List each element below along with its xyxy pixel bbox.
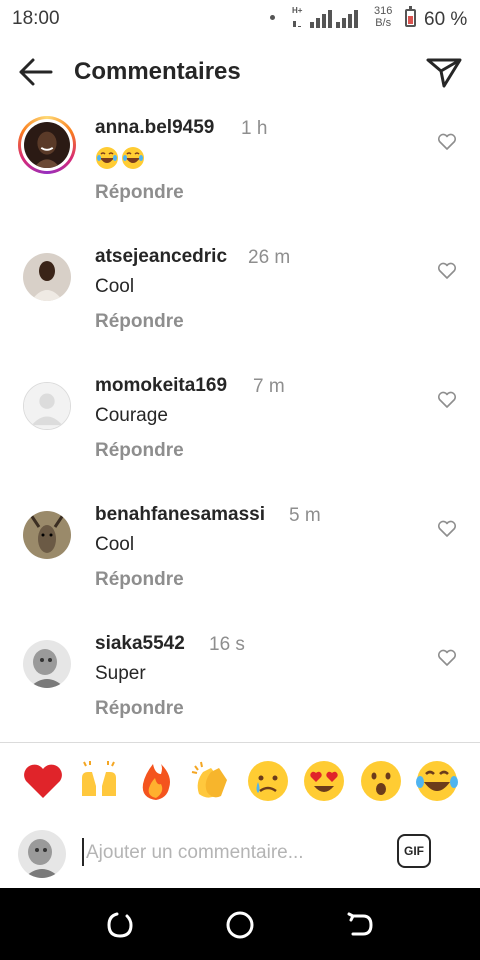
comment-text: Cool — [95, 276, 135, 297]
comment-username[interactable]: momokeita169 — [95, 375, 227, 397]
comment-item: momokeita169 7 m Courage Répondre — [0, 370, 480, 499]
emoji-quick-bar — [20, 757, 460, 805]
battery-percent: 60 % — [424, 9, 468, 30]
recent-apps-icon[interactable] — [105, 910, 135, 940]
comment-username[interactable]: benahfanesamassi — [95, 504, 265, 526]
reply-button[interactable]: Répondre — [95, 311, 184, 333]
signal-icon — [293, 10, 332, 28]
avatar[interactable] — [23, 640, 71, 688]
comment-time: 5 m — [289, 505, 321, 526]
reply-button[interactable]: Répondre — [95, 569, 184, 591]
tears-of-joy-icon — [96, 147, 118, 169]
signal-icon-2 — [336, 10, 358, 28]
heart-icon[interactable] — [437, 133, 457, 151]
heart-eyes-icon[interactable] — [301, 758, 347, 804]
speed-value: 316 — [374, 5, 393, 17]
raising-hands-icon[interactable] — [76, 758, 122, 804]
arrow-left-icon[interactable] — [16, 56, 56, 88]
heart-icon[interactable] — [437, 262, 457, 280]
tears-of-joy-icon[interactable] — [414, 758, 460, 804]
comment-composer: GIF — [0, 822, 480, 886]
comment-time: 1 h — [241, 118, 268, 139]
avatar[interactable] — [23, 511, 71, 559]
comment-emoji-text — [95, 146, 145, 170]
reply-button[interactable]: Répondre — [95, 440, 184, 462]
red-heart-icon[interactable] — [20, 758, 66, 804]
my-avatar — [18, 830, 66, 878]
reply-button[interactable]: Répondre — [95, 182, 184, 204]
heart-icon[interactable] — [437, 520, 457, 538]
gif-button[interactable]: GIF — [397, 834, 431, 868]
comment-item: benahfanesamassi 5 m Cool Répondre — [0, 499, 480, 628]
status-time: 18:00 — [12, 8, 60, 29]
comment-item: anna.bel9459 1 h Répondre — [0, 112, 480, 241]
comment-input[interactable] — [84, 834, 378, 872]
comment-time: 26 m — [248, 247, 291, 268]
header: Commentaires — [0, 48, 480, 96]
avatar-story-ring[interactable] — [18, 116, 76, 174]
comment-item: atsejeancedric 26 m Cool Répondre — [0, 241, 480, 370]
comment-list: anna.bel9459 1 h Répondre atsejeancedric… — [0, 112, 480, 757]
heart-icon[interactable] — [437, 391, 457, 409]
clapping-hands-icon[interactable] — [189, 758, 235, 804]
divider — [0, 742, 480, 743]
comment-username[interactable]: atsejeancedric — [95, 246, 227, 268]
speed-unit: B/s — [375, 17, 392, 29]
avatar[interactable] — [23, 253, 71, 301]
comment-text: Cool — [95, 534, 135, 555]
comment-time: 16 s — [209, 634, 245, 655]
comment-time: 7 m — [253, 376, 285, 397]
paper-plane-icon[interactable] — [424, 54, 464, 90]
crying-face-icon[interactable] — [245, 758, 291, 804]
network-speed: 316 B/s — [374, 5, 392, 29]
heart-icon[interactable] — [437, 649, 457, 667]
comment-text: Courage — [95, 405, 168, 426]
status-bar: 18:00 H+ 316 B/s 60 % — [0, 0, 480, 40]
back-nav-icon[interactable] — [345, 910, 375, 940]
tears-of-joy-icon — [122, 147, 144, 169]
comment-text: Super — [95, 663, 146, 684]
notification-dot-icon — [270, 15, 275, 20]
home-icon[interactable] — [225, 910, 255, 940]
avatar — [24, 122, 70, 168]
avatar-default[interactable] — [23, 382, 71, 430]
face-with-open-mouth-icon[interactable] — [358, 758, 404, 804]
comment-username[interactable]: siaka5542 — [95, 633, 185, 655]
battery-icon — [405, 6, 416, 27]
comment-item: siaka5542 16 s Super Répondre — [0, 628, 480, 757]
fire-icon[interactable] — [133, 758, 179, 804]
comment-username[interactable]: anna.bel9459 — [95, 117, 214, 139]
page-title: Commentaires — [74, 58, 241, 85]
system-nav-bar — [0, 888, 480, 960]
reply-button[interactable]: Répondre — [95, 698, 184, 720]
